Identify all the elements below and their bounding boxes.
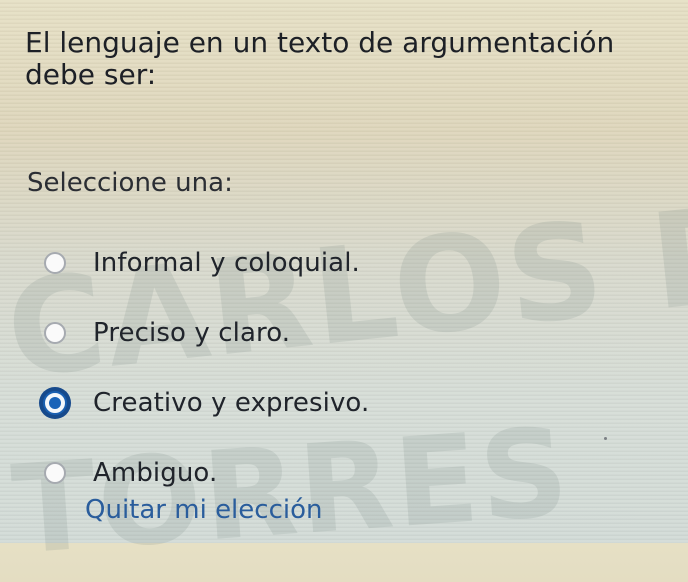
answer-option[interactable]: Preciso y claro. — [40, 298, 660, 368]
radio-button[interactable] — [40, 388, 70, 418]
option-label: Informal y coloquial. — [93, 248, 360, 278]
answer-option[interactable]: Informal y coloquial. — [40, 228, 660, 298]
radio-icon — [44, 322, 66, 344]
radio-button[interactable] — [40, 318, 70, 348]
answer-options: Informal y coloquial. Preciso y claro. C… — [40, 228, 660, 508]
radio-button[interactable] — [40, 458, 70, 488]
option-label: Ambiguo. — [93, 458, 218, 488]
selected-radio-icon — [43, 391, 67, 415]
option-label: Creativo y expresivo. — [93, 388, 370, 418]
radio-icon — [44, 462, 66, 484]
small-dot — [604, 437, 607, 440]
radio-button[interactable] — [40, 248, 70, 278]
answer-option[interactable]: Creativo y expresivo. — [40, 368, 660, 438]
question-text: El lenguaje en un texto de argumentación… — [25, 26, 615, 92]
prompt-text: Seleccione una: — [27, 168, 233, 198]
radio-icon — [44, 252, 66, 274]
clear-choice-link[interactable]: Quitar mi elección — [85, 495, 322, 525]
option-label: Preciso y claro. — [93, 318, 291, 348]
